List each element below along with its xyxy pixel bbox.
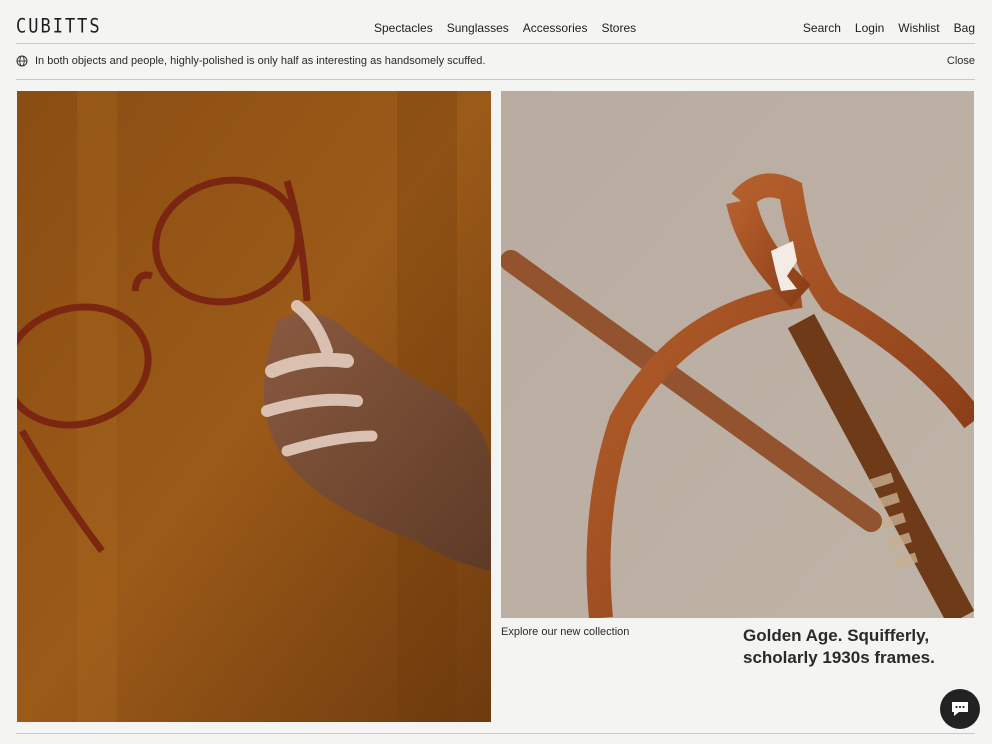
hero-image-right[interactable] bbox=[501, 91, 974, 618]
hero-image-left[interactable] bbox=[17, 91, 491, 722]
login-link[interactable]: Login bbox=[855, 21, 884, 35]
brand-logo[interactable]: CUBITTS bbox=[16, 15, 102, 38]
chat-bubble-icon bbox=[952, 702, 968, 716]
announcement-message: In both objects and people, highly-polis… bbox=[35, 55, 486, 67]
close-announcement-button[interactable]: Close bbox=[947, 55, 975, 67]
hero-headline: Golden Age. Squifferly, scholarly 1930s … bbox=[743, 626, 935, 667]
main-nav: Spectacles Sunglasses Accessories Stores bbox=[374, 21, 636, 35]
utility-nav: Search Login Wishlist Bag bbox=[803, 21, 975, 35]
nav-item-spectacles[interactable]: Spectacles bbox=[374, 21, 433, 35]
chat-button[interactable] bbox=[940, 689, 980, 729]
nav-item-stores[interactable]: Stores bbox=[601, 21, 636, 35]
site-header: CUBITTS Spectacles Sunglasses Accessorie… bbox=[16, 0, 975, 44]
bag-link[interactable]: Bag bbox=[954, 21, 975, 35]
nav-item-sunglasses[interactable]: Sunglasses bbox=[447, 21, 509, 35]
search-link[interactable]: Search bbox=[803, 21, 841, 35]
divider bbox=[16, 733, 975, 734]
explore-collection-link[interactable]: Explore our new collection bbox=[501, 626, 629, 638]
nav-item-accessories[interactable]: Accessories bbox=[523, 21, 588, 35]
wishlist-link[interactable]: Wishlist bbox=[898, 21, 939, 35]
announcement-bar: In both objects and people, highly-polis… bbox=[16, 44, 975, 80]
globe-icon bbox=[16, 55, 28, 67]
